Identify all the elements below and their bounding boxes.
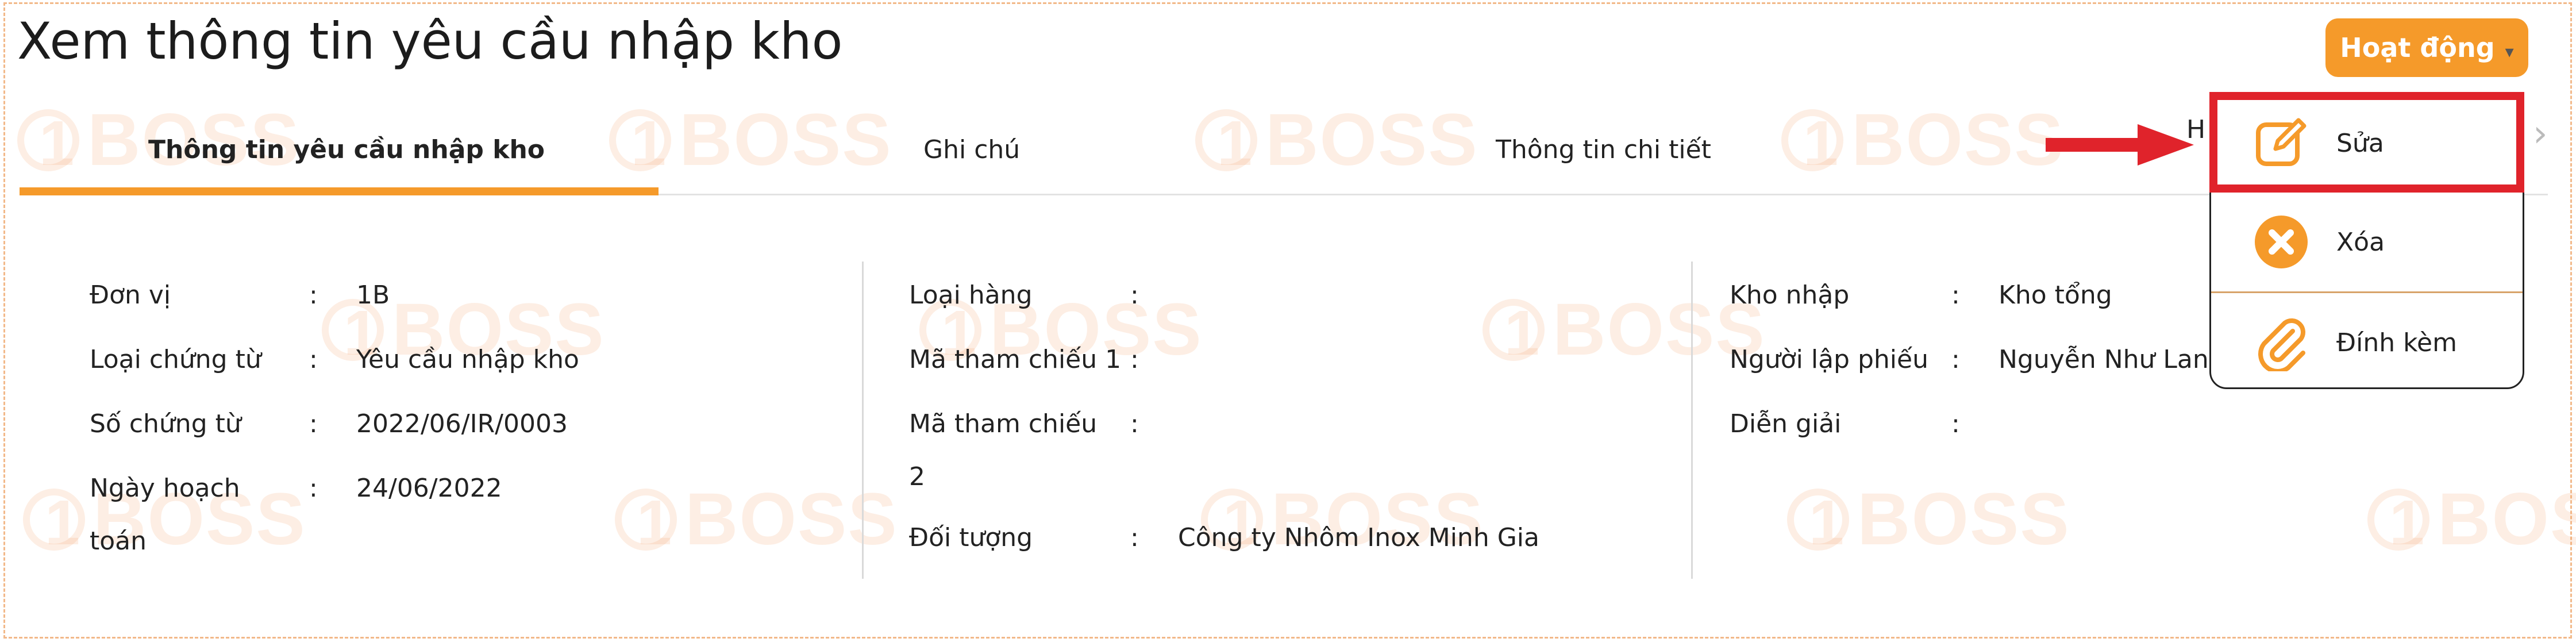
page-title: Xem thông tin yêu cầu nhập kho (17, 11, 843, 71)
field-value: 24/06/2022 (356, 474, 502, 503)
field-label: Kho nhập (1730, 280, 1850, 310)
field-label-cont: 2 (909, 462, 925, 491)
field-label: Người lập phiếu (1730, 345, 1928, 374)
highlight-box (2209, 92, 2524, 193)
field-colon: : (1130, 523, 1139, 552)
delete-icon (2255, 216, 2308, 268)
menu-item-attach[interactable]: Đính kèm (2211, 293, 2523, 387)
actions-dropdown-button[interactable]: Hoạt động ▾ (2325, 18, 2528, 77)
field-value: Kho tổng (1999, 280, 2112, 310)
field-colon: : (1951, 280, 1960, 310)
field-colon: : (1130, 280, 1139, 310)
tab-details[interactable]: Thông tin chi tiết (1496, 103, 1711, 195)
field-colon: : (309, 280, 318, 310)
tab-notes[interactable]: Ghi chú (923, 103, 1020, 195)
menu-item-delete[interactable]: Xóa (2211, 193, 2523, 291)
field-colon: : (309, 409, 318, 439)
field-colon: : (1951, 345, 1960, 374)
field-label: Đơn vị (90, 280, 171, 310)
menu-item-label: Xóa (2336, 227, 2385, 257)
field-colon: : (1951, 409, 1960, 439)
actions-button-label: Hoạt động (2340, 32, 2495, 63)
field-value: Công ty Nhôm Inox Minh Gia (1178, 523, 1539, 552)
field-label: Số chứng từ (90, 409, 241, 439)
column-divider (1691, 262, 1693, 579)
field-label-cont: toán (90, 526, 147, 556)
active-tab-indicator (20, 187, 659, 195)
field-label: Ngày hoạch (90, 474, 240, 503)
field-colon: : (1130, 345, 1139, 374)
field-colon: : (309, 474, 318, 503)
arrow-right-icon (2046, 124, 2194, 166)
field-value: 2022/06/IR/0003 (356, 409, 568, 439)
menu-item-label: Đính kèm (2336, 328, 2457, 357)
chevron-right-icon[interactable]: › (2533, 113, 2548, 155)
field-value: 1B (356, 280, 390, 310)
field-label: Mã tham chiếu (909, 409, 1098, 439)
field-value: Nguyễn Như Lan (1999, 345, 2209, 374)
field-label: Loại hàng (909, 280, 1033, 310)
field-colon: : (309, 345, 318, 374)
tab-request-info[interactable]: Thông tin yêu cầu nhập kho (148, 103, 545, 195)
chevron-down-icon: ▾ (2505, 41, 2514, 62)
field-label: Đối tượng (909, 523, 1033, 552)
field-value: Yêu cầu nhập kho (356, 345, 579, 374)
field-label: Mã tham chiếu 1 (909, 345, 1122, 374)
field-label: Loại chứng từ (90, 345, 261, 374)
field-label: Diễn giải (1730, 409, 1842, 439)
paperclip-icon (2258, 318, 2305, 371)
column-divider (862, 262, 864, 579)
field-colon: : (1130, 409, 1139, 439)
